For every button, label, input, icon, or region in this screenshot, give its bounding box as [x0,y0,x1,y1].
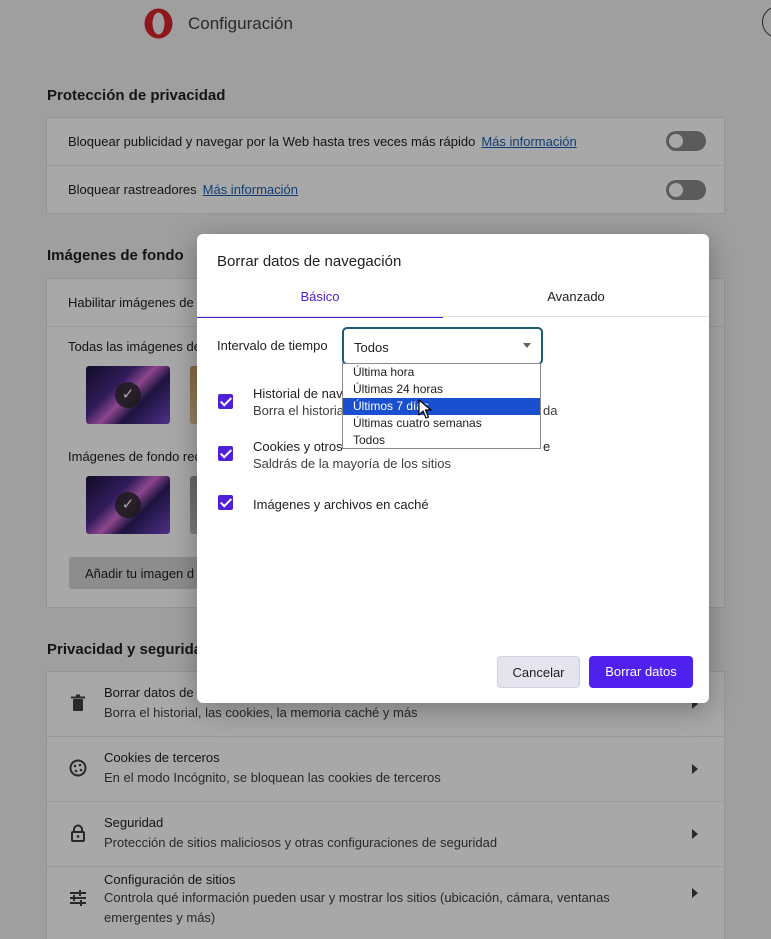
history-option-subtitle-tail: da [543,403,558,418]
clear-browsing-data-dialog: Borrar datos de navegación Básico Avanza… [197,234,709,703]
dropdown-option-last-hour[interactable]: Última hora [343,364,540,381]
history-option-title: Historial de nav [253,386,343,401]
tab-basic[interactable]: Básico [197,283,443,318]
cookies-checkbox[interactable] [218,446,233,461]
dialog-title: Borrar datos de navegación [217,253,402,270]
cache-checkbox[interactable] [218,495,233,510]
dropdown-option-last-24-hours[interactable]: Últimas 24 horas [343,381,540,398]
dropdown-option-all[interactable]: Todos [343,432,540,449]
history-checkbox[interactable] [218,394,233,409]
time-range-dropdown-list: Última hora Últimas 24 horas Últimos 7 d… [342,363,541,449]
dropdown-option-last-four-weeks[interactable]: Últimas cuatro semanas [343,415,540,432]
settings-page: Configuración Protección de privacidad B… [0,0,771,939]
tab-advanced[interactable]: Avanzado [443,283,709,316]
cookies-option-subtitle: Saldrás de la mayoría de los sitios [253,456,451,471]
divider [197,316,709,317]
cookies-option-title-tail: e [543,439,551,454]
caret-down-icon [523,343,531,348]
cache-option-title: Imágenes y archivos en caché [253,497,429,512]
mouse-cursor-icon [418,399,432,419]
cancel-button[interactable]: Cancelar [497,656,580,688]
history-option-subtitle: Borra el historial [253,403,347,418]
clear-data-button[interactable]: Borrar datos [589,656,693,688]
time-range-select[interactable]: Todos [342,327,543,365]
time-range-value: Todos [354,340,389,355]
dropdown-option-last-7-days[interactable]: Últimos 7 días [343,398,540,415]
time-range-label: Intervalo de tiempo [217,338,328,353]
cookies-option-title: Cookies y otros [253,439,343,454]
